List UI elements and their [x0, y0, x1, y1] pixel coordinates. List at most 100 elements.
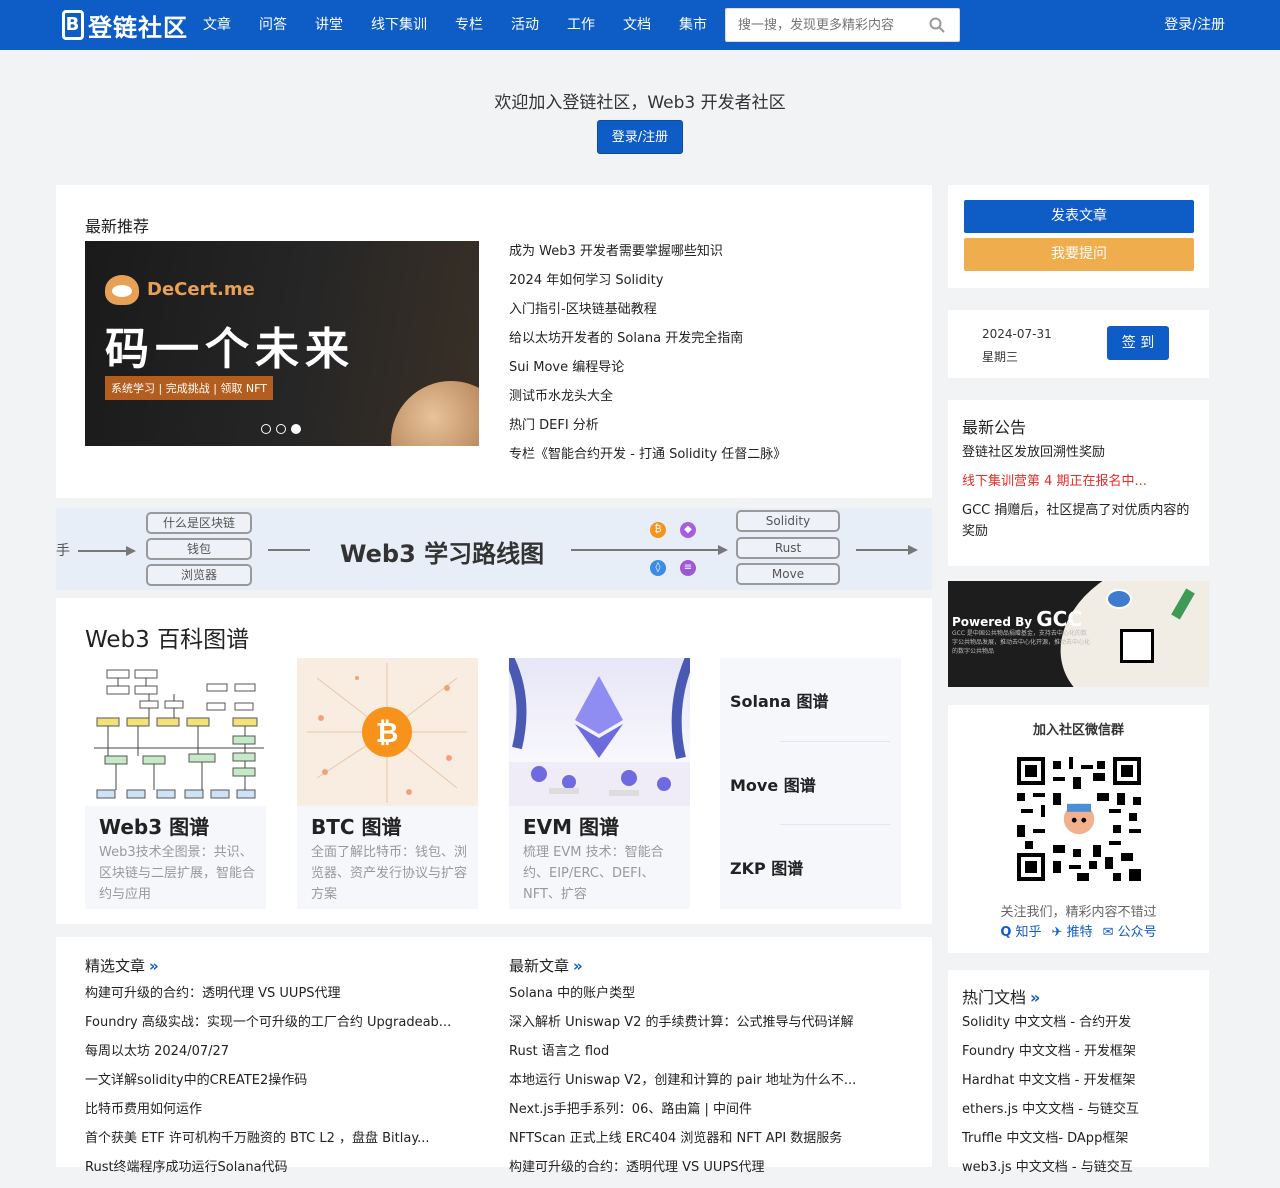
docs-more-link[interactable]: » [1030, 988, 1040, 1007]
search-input[interactable] [726, 9, 926, 41]
wechat-official-link[interactable]: ✉ 公众号 [1103, 921, 1157, 940]
docs-list: Solidity 中文文档 - 合约开发 Foundry 中文文档 - 开发框架… [962, 1014, 1139, 1188]
list-item[interactable]: 本地运行 Uniswap V2，创建和计算的 pair 地址为什么不... [509, 1072, 856, 1101]
list-item[interactable]: 比特币费用如何运作 [85, 1101, 451, 1130]
carousel-dots [261, 424, 301, 434]
list-item[interactable]: web3.js 中文文档 - 与链交互 [962, 1159, 1139, 1188]
nav-item-docs[interactable]: 文档 [623, 0, 651, 50]
web3-map-thumbnail [85, 658, 266, 806]
latest-list: Solana 中的账户类型 深入解析 Uniswap V2 的手续费计算：公式推… [509, 985, 856, 1188]
list-item[interactable]: 每周以太坊 2024/07/27 [85, 1043, 451, 1072]
post-actions-card: 发表文章 我要提问 [948, 185, 1209, 288]
articles-card: 精选文章» 构建可升级的合约：透明代理 VS UUPS代理 Foundry 高级… [56, 937, 932, 1175]
list-item[interactable]: 构建可升级的合约：透明代理 VS UUPS代理 [509, 1159, 856, 1188]
list-item[interactable]: NFTScan 正式上线 ERC404 浏览器和 NFT API 数据服务 [509, 1130, 856, 1159]
divider [780, 741, 890, 742]
latest-more-link[interactable]: » [573, 957, 583, 975]
wiki-card-title: BTC 图谱 [311, 815, 402, 839]
list-item[interactable]: 成为 Web3 开发者需要掌握哪些知识 [509, 243, 786, 272]
list-item[interactable]: Foundry 高级实战：实现一个可升级的工厂合约 Upgradeab... [85, 1014, 451, 1043]
welcome-login-button[interactable]: 登录/注册 [597, 120, 683, 154]
list-item[interactable]: 入门指引-区块链基础教程 [509, 301, 786, 330]
list-item[interactable]: 给以太坊开发者的 Solana 开发完全指南 [509, 330, 786, 359]
planet-illustration [391, 381, 479, 446]
list-item[interactable]: 一文详解solidity中的CREATE2操作码 [85, 1072, 451, 1101]
roadmap-box: 钱包 [146, 538, 252, 560]
docs-title-text: 热门文档 [962, 988, 1027, 1007]
carousel-dot[interactable] [276, 424, 286, 434]
wechat-icon: ✉ [1102, 925, 1114, 940]
ethereum-icon: ◆ [680, 522, 696, 538]
nav-item-jobs[interactable]: 工作 [567, 0, 595, 50]
site-logo[interactable]: B 登链社区 [62, 8, 188, 42]
list-item[interactable]: Hardhat 中文文档 - 开发框架 [962, 1072, 1139, 1101]
carousel-dot-active[interactable] [291, 424, 301, 434]
list-item[interactable]: Truffle 中文文档- DApp框架 [962, 1130, 1139, 1159]
notice-item[interactable]: 登链社区发放回溯性奖励 [962, 442, 1198, 463]
wiki-card-evm[interactable]: EVM 图谱 梳理 EVM 技术：智能合约、EIP/ERC、DEFI、NFT、扩… [509, 658, 690, 909]
wiki-card-desc: Web3技术全图景：共识、区块链与二层扩展，智能合约与应用 [99, 845, 256, 902]
list-item[interactable]: ethers.js 中文文档 - 与链交互 [962, 1101, 1139, 1130]
wechat-subtitle: 关注我们，精彩内容不错过 [1000, 905, 1157, 920]
wiki-link-solana[interactable]: Solana 图谱 [730, 688, 829, 712]
list-item[interactable]: Sui Move 编程导论 [509, 359, 786, 388]
gcc-name: GCC [1036, 607, 1083, 631]
carousel-dot[interactable] [261, 424, 271, 434]
nav-menu: 文章 问答 讲堂 线下集训 专栏 活动 工作 文档 集市 [203, 0, 735, 50]
featured-title: 精选文章» [85, 955, 159, 976]
nav-item-lectures[interactable]: 讲堂 [315, 0, 343, 50]
post-article-button[interactable]: 发表文章 [964, 200, 1194, 233]
roadmap-arrowhead [908, 545, 918, 555]
roadmap-arrow [78, 550, 126, 552]
banner-headline: 码一个未来 [105, 324, 355, 375]
nav-item-market[interactable]: 集市 [679, 0, 707, 50]
list-item[interactable]: Rust终端程序成功运行Solana代码 [85, 1159, 451, 1188]
list-item[interactable]: Foundry 中文文档 - 开发框架 [962, 1043, 1139, 1072]
roadmap-title: Web3 学习路线图 [340, 540, 545, 568]
list-item[interactable]: 首个获美 ETF 许可机构千万融资的 BTC L2 ，盘盘 Bitlay... [85, 1130, 451, 1159]
welcome-text: 欢迎加入登链社区，Web3 开发者社区 [494, 93, 786, 113]
list-item[interactable]: 热门 DEFI 分析 [509, 417, 786, 446]
svg-text:₿: ₿ [376, 716, 399, 749]
roadmap-box: 什么是区块链 [146, 512, 252, 534]
list-item[interactable]: Solidity 中文文档 - 合约开发 [962, 1014, 1139, 1043]
carousel-banner[interactable]: DeCert.me 码一个未来 系统学习 | 完成挑战 | 领取 NFT [85, 241, 479, 446]
login-register-link[interactable]: 登录/注册 [1164, 0, 1225, 50]
logo-text: 登链社区 [88, 13, 188, 42]
gcc-banner[interactable]: Powered By GCC GCC 是中国公共物品捐赠基金，支持去中心化的数字… [948, 581, 1209, 687]
twitter-label: 推特 [1066, 925, 1093, 940]
list-item[interactable]: 测试币水龙头大全 [509, 388, 786, 417]
nav-item-columns[interactable]: 专栏 [455, 0, 483, 50]
zhihu-link[interactable]: Q 知乎 [1000, 921, 1041, 940]
nav-item-articles[interactable]: 文章 [203, 0, 231, 50]
list-item[interactable]: 深入解析 Uniswap V2 的手续费计算：公式推导与代码详解 [509, 1014, 856, 1043]
wiki-card-web3[interactable]: Web3 图谱 Web3技术全图景：共识、区块链与二层扩展，智能合约与应用 [85, 658, 266, 909]
roadmap-arrowhead [126, 546, 136, 556]
twitter-link[interactable]: ✈ 推特 [1052, 921, 1093, 940]
roadmap-arrow [268, 549, 310, 551]
zhihu-icon: Q [1000, 925, 1012, 940]
wiki-card-desc: 全面了解比特币：钱包、浏览器、资产发行协议与扩容方案 [311, 845, 468, 902]
evm-map-thumbnail [509, 658, 690, 806]
notice-item[interactable]: GCC 捐赠后，社区提高了对优质内容的奖励 [962, 500, 1198, 542]
list-item[interactable]: Next.js手把手系列：06、路由篇 | 中间件 [509, 1101, 856, 1130]
featured-more-link[interactable]: » [149, 957, 159, 975]
nav-item-training[interactable]: 线下集训 [371, 0, 427, 50]
roadmap-box: Move [736, 563, 840, 585]
list-item[interactable]: 专栏《智能合约开发 - 打通 Solidity 任督二脉》 [509, 446, 786, 475]
wiki-link-zkp[interactable]: ZKP 图谱 [730, 855, 803, 879]
search-icon[interactable] [929, 17, 945, 33]
list-item[interactable]: 构建可升级的合约：透明代理 VS UUPS代理 [85, 985, 451, 1014]
wiki-card-btc[interactable]: ₿ BTC 图谱 全面了解比特币：钱包、浏览器、资产发行协议与扩容方案 [297, 658, 478, 909]
roadmap-banner[interactable]: 手 什么是区块链 钱包 浏览器 Web3 学习路线图 ₿ ◆ ◊ ≡ Solid… [56, 508, 932, 590]
ask-question-button[interactable]: 我要提问 [964, 238, 1194, 271]
list-item[interactable]: 2024 年如何学习 Solidity [509, 272, 786, 301]
notice-item-highlight[interactable]: 线下集训营第 4 期正在报名中... [962, 471, 1198, 492]
nav-item-events[interactable]: 活动 [511, 0, 539, 50]
wiki-link-move[interactable]: Move 图谱 [730, 772, 816, 796]
section-title: 最新推荐 [85, 217, 150, 236]
nav-item-qa[interactable]: 问答 [259, 0, 287, 50]
checkin-button[interactable]: 签 到 [1107, 326, 1169, 360]
list-item[interactable]: Solana 中的账户类型 [509, 985, 856, 1014]
list-item[interactable]: Rust 语言之 flod [509, 1043, 856, 1072]
